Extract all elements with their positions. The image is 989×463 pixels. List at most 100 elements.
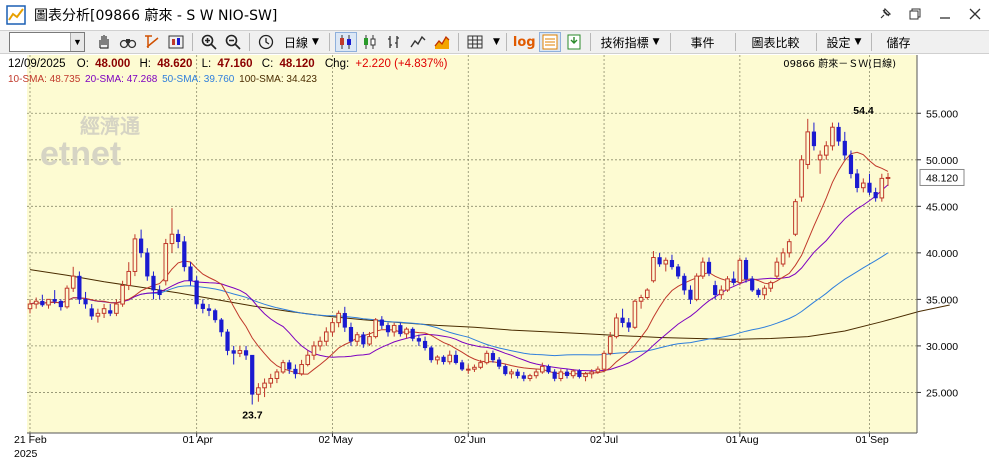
- candle-body: [546, 366, 551, 373]
- grid-dropdown[interactable]: ▼: [487, 32, 502, 52]
- candle-body: [379, 319, 384, 326]
- candle: [799, 155, 804, 202]
- candle-body: [855, 173, 860, 189]
- close-value: 48.120: [279, 58, 314, 70]
- candle-body: [114, 303, 119, 314]
- candle-body: [145, 252, 150, 277]
- grid-icon[interactable]: [464, 32, 486, 52]
- candle-body: [64, 287, 70, 308]
- candle-body: [33, 300, 39, 305]
- candle-body: [416, 338, 421, 342]
- settings-dropdown[interactable]: 設定 ▼: [821, 32, 868, 52]
- candle-body: [780, 252, 786, 265]
- candle-body: [638, 297, 644, 302]
- events-button[interactable]: 事件: [675, 32, 731, 52]
- sma10-legend: 10-SMA: 48.735: [8, 74, 81, 85]
- open-label: O:: [77, 58, 89, 70]
- indicators-dropdown[interactable]: 技術指標 ▼: [595, 32, 666, 52]
- stock-label: 09866 蔚來－ＳＷ(日線): [783, 57, 896, 70]
- candle-body: [756, 289, 761, 296]
- candle-box-icon[interactable]: [165, 32, 187, 52]
- candle-body: [583, 373, 588, 378]
- candle-body: [842, 140, 847, 156]
- candle: [632, 299, 638, 330]
- zoom-in-icon[interactable]: [198, 32, 220, 52]
- candle-body: [694, 275, 699, 300]
- candle-body: [182, 241, 187, 268]
- candle-body: [225, 331, 230, 351]
- candle-body: [77, 275, 82, 300]
- candle-body: [669, 259, 675, 268]
- candle-body: [398, 325, 403, 335]
- candle-body: [361, 334, 366, 345]
- close-icon[interactable]: [967, 6, 983, 22]
- candle-body: [40, 300, 45, 306]
- candle: [64, 285, 70, 309]
- candle-body: [126, 270, 132, 286]
- candle-body: [657, 257, 662, 265]
- hand-pan-icon[interactable]: [93, 32, 115, 52]
- sma100-legend: 100-SMA: 34.423: [239, 74, 317, 85]
- candlestick-type-icon[interactable]: [334, 32, 357, 52]
- candle-body: [830, 126, 835, 147]
- candle-body: [330, 322, 335, 333]
- candle-body: [817, 154, 823, 161]
- candle-body: [861, 182, 866, 189]
- candle-body: [577, 370, 582, 377]
- candle-body: [459, 362, 465, 370]
- candle-body: [484, 352, 490, 364]
- line-chart-icon[interactable]: [407, 32, 429, 52]
- pin-icon[interactable]: [877, 6, 893, 22]
- candle-body: [237, 350, 243, 354]
- ohlc-bar-icon[interactable]: [383, 32, 405, 52]
- candle-body: [176, 233, 181, 242]
- candle-body: [465, 368, 471, 371]
- log-scale-button[interactable]: log: [511, 32, 538, 52]
- candle-body: [441, 356, 446, 363]
- x-tick-label: 02 Jun: [454, 434, 486, 446]
- binoculars-icon[interactable]: [117, 32, 139, 52]
- candle-body: [373, 319, 378, 338]
- x-tick-label: 01 Aug: [726, 434, 759, 446]
- candle-body: [108, 310, 113, 314]
- candle-hollow-icon[interactable]: [359, 32, 381, 52]
- save-button[interactable]: 儲存: [876, 32, 920, 52]
- candle-body: [101, 308, 107, 314]
- compare-button[interactable]: 圖表比較: [740, 32, 812, 52]
- chart-settings-icon[interactable]: [538, 32, 561, 52]
- candle-body: [595, 368, 601, 373]
- trendline-icon[interactable]: [141, 32, 163, 52]
- chevron-down-icon[interactable]: ▼: [70, 33, 84, 51]
- candle-body: [558, 371, 564, 379]
- candle-body: [601, 352, 607, 370]
- symbol-combo[interactable]: ▼: [9, 32, 85, 52]
- annotation-label: 23.7: [242, 410, 263, 422]
- candle-body: [342, 313, 347, 328]
- candle-body: [879, 177, 885, 199]
- y-tick-label: 30.000: [926, 341, 958, 353]
- candle-body: [848, 154, 854, 175]
- candle-body: [632, 300, 638, 328]
- candle-body: [336, 312, 341, 324]
- x-tick-label: 01 Apr: [183, 434, 214, 446]
- minimize-icon[interactable]: [937, 6, 953, 22]
- candle-body: [453, 354, 459, 363]
- candle-body: [793, 201, 798, 235]
- candle-body: [774, 261, 780, 277]
- candle-body: [478, 362, 483, 368]
- candle: [182, 236, 187, 272]
- watermark-bottom: etnet: [40, 135, 121, 173]
- restore-icon[interactable]: [907, 6, 923, 22]
- chg-value: +2.220 (+4.837%): [355, 58, 447, 70]
- period-dropdown[interactable]: 日線 ▼: [278, 32, 325, 52]
- window-title: 圖表分析[09866 蔚來 - S W NIO-SW]: [34, 8, 278, 24]
- zoom-out-icon[interactable]: [222, 32, 244, 52]
- candle-body: [799, 159, 804, 198]
- candle-body: [194, 280, 199, 305]
- candle-body: [682, 275, 687, 291]
- clock-icon[interactable]: [255, 32, 277, 52]
- area-chart-icon[interactable]: [431, 32, 453, 52]
- price-chart[interactable]: 經濟通 etnet 12/09/2025 O: 48.000 H: 48.620…: [0, 55, 989, 460]
- candle-body: [348, 326, 354, 342]
- export-icon[interactable]: [563, 32, 585, 52]
